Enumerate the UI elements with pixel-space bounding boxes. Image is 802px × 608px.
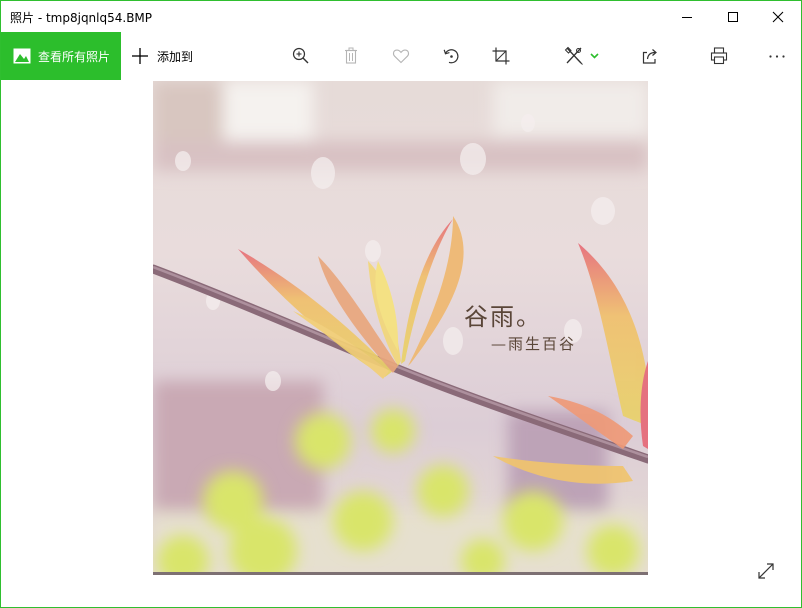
view-all-photos-button[interactable]: 查看所有照片 (1, 32, 121, 80)
delete-button[interactable] (335, 40, 367, 72)
close-icon (772, 11, 784, 22)
zoom-button[interactable] (285, 40, 317, 72)
print-icon (710, 47, 728, 65)
minimize-icon (682, 16, 692, 18)
add-to-button[interactable]: 添加到 (131, 32, 193, 80)
window-title: 照片 - tmp8jqnlq54.BMP (10, 11, 153, 25)
close-button[interactable] (755, 1, 801, 32)
add-to-label: 添加到 (157, 49, 194, 64)
photo-view[interactable]: 谷雨。 —雨生百谷 (153, 81, 648, 575)
maximize-button[interactable] (710, 1, 756, 32)
share-icon (642, 49, 657, 64)
crop-button[interactable] (485, 40, 517, 72)
image-icon (13, 48, 31, 64)
photo-image (153, 81, 648, 575)
toolbar: 查看所有照片 添加到 (1, 32, 801, 80)
plus-icon (132, 48, 148, 64)
photo-caption-main: 谷雨。 (464, 303, 542, 331)
crop-icon (492, 47, 510, 65)
rotate-button[interactable] (435, 40, 467, 72)
photo-caption-sub: —雨生百谷 (491, 335, 577, 353)
fullscreen-icon (758, 563, 774, 579)
more-options-button[interactable] (761, 40, 793, 72)
rotate-icon (443, 49, 459, 64)
share-button[interactable] (634, 40, 666, 72)
view-all-photos-label: 查看所有照片 (38, 49, 111, 64)
edit-create-icon (564, 46, 599, 65)
more-icon (769, 55, 785, 58)
edit-create-button[interactable] (559, 40, 607, 72)
minimize-button[interactable] (664, 1, 710, 32)
favorite-button[interactable] (385, 40, 417, 72)
fullscreen-button[interactable] (752, 557, 780, 585)
maximize-icon (728, 11, 738, 22)
photos-app-window: 照片 - tmp8jqnlq54.BMP 查看所有照片 添加到 谷雨。 —雨生百… (0, 0, 802, 608)
zoom-in-icon (292, 47, 309, 64)
title-bar: 照片 - tmp8jqnlq54.BMP (1, 1, 801, 32)
delete-icon (345, 47, 357, 64)
print-button[interactable] (703, 40, 735, 72)
favorite-icon (392, 49, 410, 64)
